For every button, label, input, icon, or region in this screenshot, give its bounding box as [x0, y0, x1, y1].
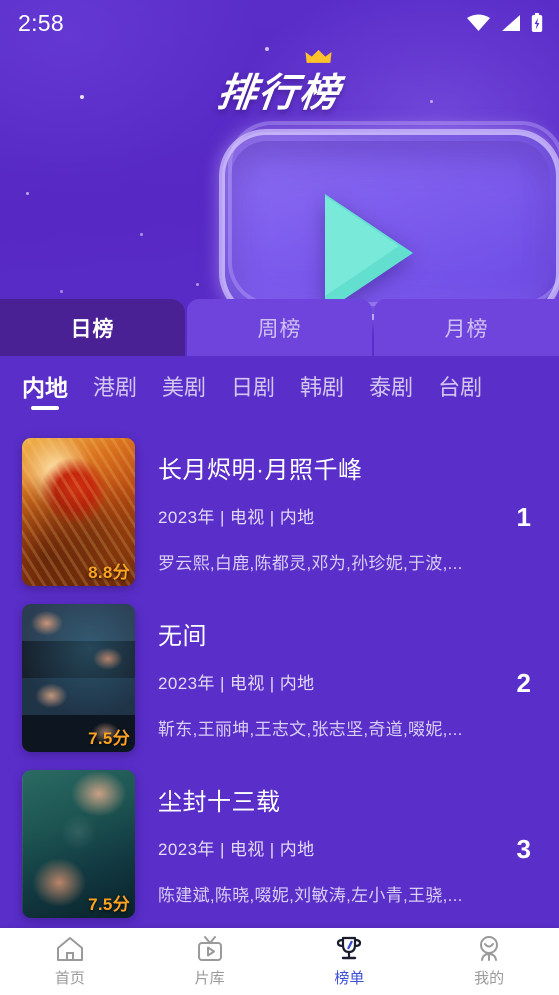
category-label: 日剧	[231, 374, 276, 400]
item-cast: 陈建斌,陈晓,啜妮,刘敏涛,左小青,王骁,...	[158, 886, 463, 905]
nav-label-home: 首页	[54, 970, 85, 987]
item-title: 长月烬明·月照千峰	[158, 457, 363, 484]
category-tab-th[interactable]: 泰剧	[369, 370, 413, 408]
poster-thumbnail[interactable]: 7.5分	[22, 770, 135, 918]
wifi-icon	[467, 14, 490, 31]
tab-monthly[interactable]: 月榜	[374, 299, 559, 356]
nav-item-profile[interactable]: 我的	[419, 928, 559, 995]
nav-label-rankings: 榜单	[334, 970, 365, 987]
item-meta: 2023年 | 电视 | 内地	[158, 840, 315, 859]
nav-label-library: 片库	[194, 970, 225, 987]
period-tab-bar: 日榜 周榜 月榜	[0, 299, 559, 356]
list-item[interactable]: 7.5分 无间 2023年 | 电视 | 内地 靳东,王丽坤,王志文,张志坚,奇…	[0, 587, 559, 753]
status-time: 2:58	[18, 9, 64, 36]
tab-weekly[interactable]: 周榜	[187, 299, 372, 356]
list-item-info: 尘封十三载 2023年 | 电视 | 内地 陈建斌,陈晓,啜妮,刘敏涛,左小青,…	[135, 770, 539, 919]
category-tab-tw[interactable]: 台剧	[438, 370, 482, 408]
play-button-3d-graphic	[219, 121, 559, 320]
status-icons	[466, 13, 543, 33]
trophy-icon	[337, 936, 362, 960]
banner-title-wrap: 排行榜	[0, 49, 559, 118]
sparkle-icon	[196, 283, 199, 286]
category-label: 美剧	[162, 374, 207, 400]
rating-score: 7.5分	[88, 729, 130, 748]
sparkle-icon	[265, 47, 269, 51]
category-label: 内地	[22, 374, 68, 401]
page-title: 排行榜	[214, 72, 344, 115]
poster-thumbnail[interactable]: 8.8分	[22, 438, 135, 586]
list-item[interactable]: 8.8分 长月烬明·月照千峰 2023年 | 电视 | 内地 罗云熙,白鹿,陈都…	[0, 421, 559, 587]
rank-number: 3	[516, 834, 531, 864]
category-label: 台剧	[438, 374, 483, 400]
item-meta: 2023年 | 电视 | 内地	[158, 508, 315, 527]
category-label: 韩剧	[300, 374, 345, 400]
crown-icon	[305, 49, 332, 63]
tab-monthly-label: 月榜	[444, 317, 489, 341]
home-icon	[56, 937, 83, 961]
category-tab-jp[interactable]: 日剧	[231, 370, 275, 408]
item-title: 无间	[158, 623, 207, 650]
poster-thumbnail[interactable]: 7.5分	[22, 604, 135, 752]
tab-weekly-label: 周榜	[257, 317, 302, 341]
item-cast: 靳东,王丽坤,王志文,张志坚,奇道,啜妮,...	[158, 720, 463, 739]
nav-item-home[interactable]: 首页	[0, 928, 140, 995]
category-tab-mainland[interactable]: 内地	[22, 369, 68, 409]
nav-item-rankings[interactable]: 榜单	[280, 928, 420, 995]
category-tab-bar: 内地 港剧 美剧 日剧 韩剧 泰剧 台剧	[0, 356, 559, 421]
cellular-signal-icon	[502, 15, 520, 31]
tab-daily[interactable]: 日榜	[0, 299, 185, 356]
tab-daily-label: 日榜	[70, 317, 115, 341]
bottom-navigation: 首页 片库 榜单 我的	[0, 928, 559, 995]
category-tab-kr[interactable]: 韩剧	[300, 370, 344, 408]
sparkle-icon	[60, 290, 63, 293]
item-cast: 罗云熙,白鹿,陈都灵,邓为,孙珍妮,于波,...	[158, 554, 463, 573]
item-title: 尘封十三载	[158, 789, 281, 816]
battery-charging-icon	[531, 13, 543, 32]
tv-icon	[197, 936, 222, 961]
category-label: 泰剧	[369, 374, 414, 400]
nav-label-profile: 我的	[474, 970, 505, 987]
category-label: 港剧	[93, 374, 138, 400]
user-icon	[480, 936, 499, 961]
rank-number: 2	[516, 668, 531, 698]
rank-number: 1	[516, 502, 531, 532]
status-bar: 2:58	[0, 0, 559, 46]
nav-item-library[interactable]: 片库	[140, 928, 280, 995]
item-meta: 2023年 | 电视 | 内地	[158, 674, 315, 693]
category-tab-hk[interactable]: 港剧	[93, 370, 137, 408]
list-item[interactable]: 7.5分 尘封十三载 2023年 | 电视 | 内地 陈建斌,陈晓,啜妮,刘敏涛…	[0, 753, 559, 919]
category-tab-us[interactable]: 美剧	[162, 370, 206, 408]
list-item-info: 无间 2023年 | 电视 | 内地 靳东,王丽坤,王志文,张志坚,奇道,啜妮,…	[135, 604, 539, 753]
rating-score: 8.8分	[88, 563, 130, 582]
list-item-info: 长月烬明·月照千峰 2023年 | 电视 | 内地 罗云熙,白鹿,陈都灵,邓为,…	[135, 438, 539, 587]
rating-score: 7.5分	[88, 895, 130, 914]
sparkle-icon	[26, 192, 29, 195]
ranking-list[interactable]: 8.8分 长月烬明·月照千峰 2023年 | 电视 | 内地 罗云熙,白鹿,陈都…	[0, 421, 559, 928]
sparkle-icon	[140, 233, 143, 236]
